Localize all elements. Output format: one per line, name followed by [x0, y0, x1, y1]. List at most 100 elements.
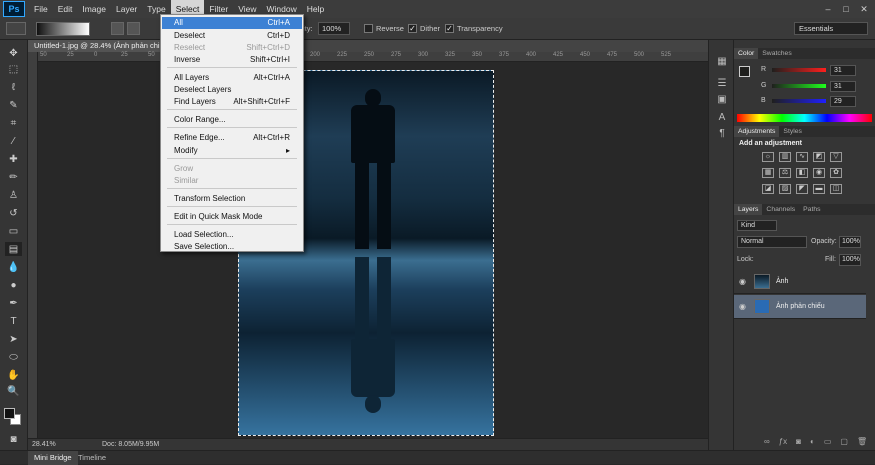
- fx-icon[interactable]: ƒx: [779, 437, 787, 446]
- shape-tool-icon[interactable]: ⬭: [5, 350, 22, 364]
- tab-layers[interactable]: Layers: [734, 204, 763, 215]
- marquee-tool-icon[interactable]: ⬚: [5, 62, 22, 76]
- channel-b-value[interactable]: 29: [830, 96, 856, 107]
- gradient-tool-icon[interactable]: ▤: [5, 242, 22, 256]
- tab-color[interactable]: Color: [734, 48, 759, 59]
- restore-icon[interactable]: □: [839, 3, 853, 15]
- menu-help[interactable]: Help: [302, 0, 329, 18]
- brush-presets-icon[interactable]: ▣: [714, 94, 730, 108]
- path-select-tool-icon[interactable]: ➤: [5, 332, 22, 346]
- threshold-icon[interactable]: ◤: [796, 184, 808, 194]
- eraser-tool-icon[interactable]: ▭: [5, 224, 22, 238]
- posterize-icon[interactable]: ▨: [779, 184, 791, 194]
- layer-fill-field[interactable]: 100%: [839, 254, 861, 266]
- linear-gradient-button[interactable]: [111, 22, 124, 35]
- menu-item-reselect[interactable]: Reselect Shift+Ctrl+D: [162, 42, 302, 54]
- brush-tool-icon[interactable]: ✏: [5, 170, 22, 184]
- minimize-icon[interactable]: –: [821, 3, 835, 15]
- document-tab[interactable]: Untitled-1.jpg @ 28.4% (Ảnh phản chi: [28, 40, 166, 52]
- mask-icon[interactable]: ◙: [796, 437, 801, 446]
- menu-item-find-layers[interactable]: Find Layers Alt+Shift+Ctrl+F: [162, 96, 302, 108]
- blend-mode-select[interactable]: Normal: [737, 236, 807, 248]
- history-icon[interactable]: ▦: [714, 56, 730, 70]
- photo-filter-icon[interactable]: ◉: [813, 168, 825, 178]
- menu-file[interactable]: File: [29, 0, 53, 18]
- transparency-checkbox[interactable]: ✓: [445, 24, 454, 33]
- radial-gradient-button[interactable]: [127, 22, 140, 35]
- exposure-icon[interactable]: ◩: [813, 152, 825, 162]
- brightness-icon[interactable]: ☼: [762, 152, 774, 162]
- channel-g-value[interactable]: 31: [830, 81, 856, 92]
- paragraph-icon[interactable]: ¶: [714, 128, 730, 142]
- dither-checkbox[interactable]: ✓: [408, 24, 417, 33]
- color-balance-icon[interactable]: ⚖: [779, 168, 791, 178]
- blur-tool-icon[interactable]: 💧: [5, 260, 22, 274]
- visibility-eye-icon[interactable]: ◉: [739, 302, 746, 311]
- healing-tool-icon[interactable]: ✚: [5, 152, 22, 166]
- channel-r-value[interactable]: 31: [830, 65, 856, 76]
- color-foreground-swatch[interactable]: [739, 66, 750, 77]
- channel-g-slider[interactable]: [772, 84, 826, 88]
- menu-item-edit-in-quick-mask-mode[interactable]: Edit in Quick Mask Mode: [162, 211, 302, 223]
- crop-tool-icon[interactable]: ⌗: [5, 116, 22, 130]
- tab-paths[interactable]: Paths: [799, 204, 824, 215]
- tab-adjustments[interactable]: Adjustments: [734, 126, 780, 137]
- gradient-map-icon[interactable]: ▬: [813, 184, 825, 194]
- trash-icon[interactable]: 🗑: [857, 437, 867, 446]
- clone-stamp-tool-icon[interactable]: ♙: [5, 188, 22, 202]
- type-tool-icon[interactable]: T: [5, 314, 22, 328]
- invert-icon[interactable]: ◪: [762, 184, 774, 194]
- menu-image[interactable]: Image: [77, 0, 111, 18]
- color-spectrum-bar[interactable]: [737, 114, 872, 122]
- close-icon[interactable]: ✕: [857, 3, 871, 15]
- hue-saturation-icon[interactable]: ▦: [762, 168, 774, 178]
- channel-mixer-icon[interactable]: ✿: [830, 168, 842, 178]
- tab-channels[interactable]: Channels: [762, 204, 799, 215]
- hand-tool-icon[interactable]: ✋: [5, 368, 22, 382]
- lasso-tool-icon[interactable]: ℓ: [5, 80, 22, 94]
- dodge-tool-icon[interactable]: ●: [5, 278, 22, 292]
- properties-icon[interactable]: ☰: [714, 78, 730, 92]
- vibrance-icon[interactable]: ▽: [830, 152, 842, 162]
- pen-tool-icon[interactable]: ✒: [5, 296, 22, 310]
- move-tool-icon[interactable]: ✥: [5, 46, 22, 60]
- menu-item-color-range[interactable]: Color Range...: [162, 114, 302, 126]
- menu-item-inverse[interactable]: Inverse Shift+Ctrl+I: [162, 54, 302, 66]
- menu-item-save-selection[interactable]: Save Selection...: [162, 241, 302, 253]
- layer-row-selected[interactable]: ◉ Ảnh phản chiếu: [734, 295, 866, 319]
- reverse-checkbox[interactable]: [364, 24, 373, 33]
- selective-color-icon[interactable]: ◫: [830, 184, 842, 194]
- zoom-level[interactable]: 28.41%: [32, 441, 56, 448]
- history-brush-tool-icon[interactable]: ↺: [5, 206, 22, 220]
- menu-item-similar[interactable]: Similar: [162, 175, 302, 187]
- menu-layer[interactable]: Layer: [111, 0, 142, 18]
- tab-swatches[interactable]: Swatches: [758, 48, 795, 59]
- menu-edit[interactable]: Edit: [53, 0, 78, 18]
- menu-item-load-selection[interactable]: Load Selection...: [162, 229, 302, 241]
- new-layer-icon[interactable]: ▢: [840, 437, 848, 446]
- visibility-eye-icon[interactable]: ◉: [739, 277, 746, 286]
- foreground-color-swatch[interactable]: [4, 408, 15, 419]
- adjustment-layer-icon[interactable]: ◐: [810, 437, 815, 446]
- menu-item-deselect[interactable]: Deselect Ctrl+D: [162, 30, 302, 42]
- curves-icon[interactable]: ∿: [796, 152, 808, 162]
- layer-row[interactable]: ◉ Ảnh: [734, 270, 866, 294]
- gradient-picker[interactable]: [36, 22, 90, 36]
- menu-item-transform-selection[interactable]: Transform Selection: [162, 193, 302, 205]
- tool-preset-picker[interactable]: [6, 22, 26, 35]
- tab-timeline[interactable]: Timeline: [72, 451, 112, 465]
- menu-item-deselect-layers[interactable]: Deselect Layers: [162, 84, 302, 96]
- zoom-tool-icon[interactable]: 🔍: [5, 384, 22, 398]
- group-folder-icon[interactable]: ▭: [824, 437, 832, 446]
- channel-b-slider[interactable]: [772, 99, 826, 103]
- black-white-icon[interactable]: ◧: [796, 168, 808, 178]
- channel-r-slider[interactable]: [772, 68, 826, 72]
- tab-mini-bridge[interactable]: Mini Bridge: [28, 451, 78, 465]
- menu-item-all[interactable]: All Ctrl+A: [162, 17, 302, 29]
- link-icon[interactable]: ∞: [764, 437, 770, 446]
- menu-item-grow[interactable]: Grow: [162, 163, 302, 175]
- menu-item-modify[interactable]: Modify ▸: [162, 145, 302, 157]
- workspace-select[interactable]: Essentials: [794, 22, 868, 35]
- layer-kind-filter[interactable]: Kind: [737, 220, 777, 231]
- character-icon[interactable]: A: [714, 112, 730, 126]
